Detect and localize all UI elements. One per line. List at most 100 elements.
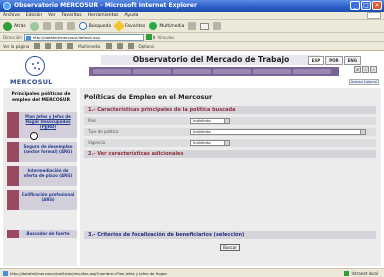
toolbar: Atrás Búsqueda Favoritos Multimedia	[0, 20, 384, 33]
menu-bar: Archivo Edición Ver Favoritos Herramient…	[0, 12, 384, 20]
nav-item[interactable]	[133, 69, 171, 74]
toolbar-icon[interactable]	[34, 43, 41, 49]
select-value: Indistinto	[193, 118, 211, 123]
refresh-icon[interactable]	[54, 22, 63, 30]
links-label[interactable]: Vínculos	[158, 35, 175, 40]
nav-item[interactable]	[293, 69, 331, 74]
nav-item[interactable]	[173, 69, 211, 74]
sidebar-marker	[7, 190, 19, 210]
sidebar-heading: Principales políticas de empleo del MERC…	[11, 92, 71, 103]
site-nav	[89, 67, 339, 76]
mail-icon[interactable]	[200, 22, 210, 30]
header-banner: Observatorio del Mercado de Trabajo ESP …	[79, 53, 381, 86]
menu-ver[interactable]: Ver	[48, 13, 55, 18]
forward-button[interactable]	[29, 21, 39, 31]
acceso-laboral-link[interactable]: Acesso Laboral	[348, 79, 379, 85]
back-button[interactable]: Atrás	[3, 21, 26, 31]
multimedia-button[interactable]: Multimedia	[149, 22, 184, 30]
sidebar-item-buscador[interactable]: Buscador de fuerte	[7, 230, 77, 238]
sidebar-marker	[7, 166, 19, 186]
page-title: Políticas de Empleo en el Mercosur	[84, 93, 213, 101]
sidebar-item-calificacion[interactable]: Calificación profesional (ARG)	[7, 190, 77, 210]
search-submit-button[interactable]: Buscar	[220, 244, 240, 251]
select-value: Indistinto	[193, 129, 211, 134]
busy-cursor-icon	[30, 132, 38, 140]
stop-icon[interactable]	[42, 22, 51, 30]
back-label: Atrás	[14, 23, 26, 29]
sidebar-item-label[interactable]: Plan Jefes y Jefas de Hogar Desocupados …	[19, 112, 77, 138]
address-input[interactable]: http://datafall/mercosul/default.asp	[23, 33, 144, 41]
logo-star-icon	[34, 67, 36, 69]
menu-ayuda[interactable]: Ayuda	[124, 13, 138, 18]
nav-item[interactable]	[253, 69, 291, 74]
go-button[interactable]: Ir	[145, 34, 156, 40]
zone-label: Intranet local	[351, 270, 378, 276]
site-header: MERCOSUL Observatorio del Mercado de Tra…	[3, 53, 381, 86]
toolbar-icon[interactable]	[56, 43, 63, 49]
window-title: Observatorio MERCOSUR - Microsoft Intern…	[14, 2, 197, 9]
forward-icon[interactable]: ›	[370, 66, 377, 73]
sidebar-item-label[interactable]: Buscador de fuerte	[19, 230, 77, 238]
search-button[interactable]: Búsqueda	[78, 22, 111, 30]
multimedia-label: Multimedia	[159, 23, 185, 29]
logo-text: MERCOSUL	[10, 78, 53, 86]
field-label: Vigencia	[88, 140, 106, 145]
windows-flag-icon	[367, 12, 381, 19]
menu-edicion[interactable]: Edición	[26, 13, 42, 18]
links-options[interactable]: Options	[139, 44, 154, 49]
home-icon[interactable]	[66, 22, 75, 30]
vigencia-select[interactable]: Indistinto	[190, 140, 230, 146]
field-label: País	[88, 118, 96, 123]
favorites-button[interactable]: Favoritos	[113, 20, 146, 32]
sidebar-item-label[interactable]: Seguro de desempleo (sector formal) (ARG…	[19, 142, 77, 162]
menu-herramientas[interactable]: Herramientas	[88, 13, 119, 18]
go-arrow-icon	[145, 34, 152, 40]
toolbar-icon[interactable]	[105, 43, 112, 49]
print-icon[interactable]	[213, 22, 222, 30]
links-multimedia[interactable]: Multimedia	[78, 44, 100, 49]
history-icon[interactable]	[188, 22, 197, 30]
maximize-button[interactable]: □	[361, 1, 371, 10]
toolbar-icon[interactable]	[127, 43, 134, 49]
chevron-down-icon	[224, 119, 229, 123]
toolbar-icon[interactable]	[67, 43, 74, 49]
back-icon[interactable]: ‹	[362, 66, 369, 73]
toolbar-icon[interactable]	[116, 43, 123, 49]
sidebar-marker	[7, 142, 19, 162]
favorites-label: Favoritos	[125, 23, 146, 29]
tipo-politica-select[interactable]: Indistinto	[190, 129, 366, 135]
lang-tab-por[interactable]: POR	[325, 56, 343, 65]
section-1-header[interactable]: 1.- Características principales de la po…	[84, 106, 376, 114]
main-content: Políticas de Empleo en el Mercosur 1.- C…	[80, 88, 381, 266]
sidebar-item-label[interactable]: Intermediación de oferta de plazo (ARG)	[19, 166, 77, 186]
nav-item[interactable]	[93, 69, 131, 74]
window-title-bar: Observatorio MERCOSUR - Microsoft Intern…	[0, 0, 384, 12]
sidebar-item-pjjhd[interactable]: Plan Jefes y Jefas de Hogar Desocupados …	[7, 112, 77, 138]
address-bar: Dirección http://datafall/mercosul/defau…	[0, 33, 384, 42]
window-controls: _ □ ✕	[350, 1, 382, 10]
lang-tab-esp[interactable]: ESP	[307, 56, 325, 65]
sidebar-item-seguro[interactable]: Seguro de desempleo (sector formal) (ARG…	[7, 142, 77, 162]
sidebar-item-label[interactable]: Calificación profesional (ARG)	[19, 190, 77, 210]
section-2-header[interactable]: 2.- Ver características adicionales	[84, 150, 376, 158]
sidebar: Principales políticas de empleo del MERC…	[3, 88, 77, 266]
internet-explorer-icon	[3, 2, 11, 10]
nav-item[interactable]	[213, 69, 251, 74]
section-3-header[interactable]: 3.- Criterios de focalización de benefic…	[84, 231, 376, 239]
star-icon	[113, 20, 125, 32]
sidebar-marker	[7, 230, 19, 238]
lang-tab-eng[interactable]: ENG	[343, 56, 361, 65]
field-row-tipo: Tipo de política Indistinto	[84, 128, 376, 136]
menu-favoritos[interactable]: Favoritos	[61, 13, 81, 18]
menu-archivo[interactable]: Archivo	[3, 13, 20, 18]
search-icon	[78, 22, 87, 30]
select-value: Indistinto	[193, 140, 211, 145]
security-zone: Intranet local	[344, 270, 378, 276]
close-button[interactable]: ✕	[372, 1, 382, 10]
pais-select[interactable]: Indistinto	[190, 118, 230, 124]
minimize-button[interactable]: _	[350, 1, 360, 10]
close-icon[interactable]: ×	[354, 66, 361, 73]
links-first[interactable]: Ver la página	[3, 44, 29, 49]
toolbar-icon[interactable]	[45, 43, 52, 49]
sidebar-item-intermediacion[interactable]: Intermediación de oferta de plazo (ARG)	[7, 166, 77, 186]
